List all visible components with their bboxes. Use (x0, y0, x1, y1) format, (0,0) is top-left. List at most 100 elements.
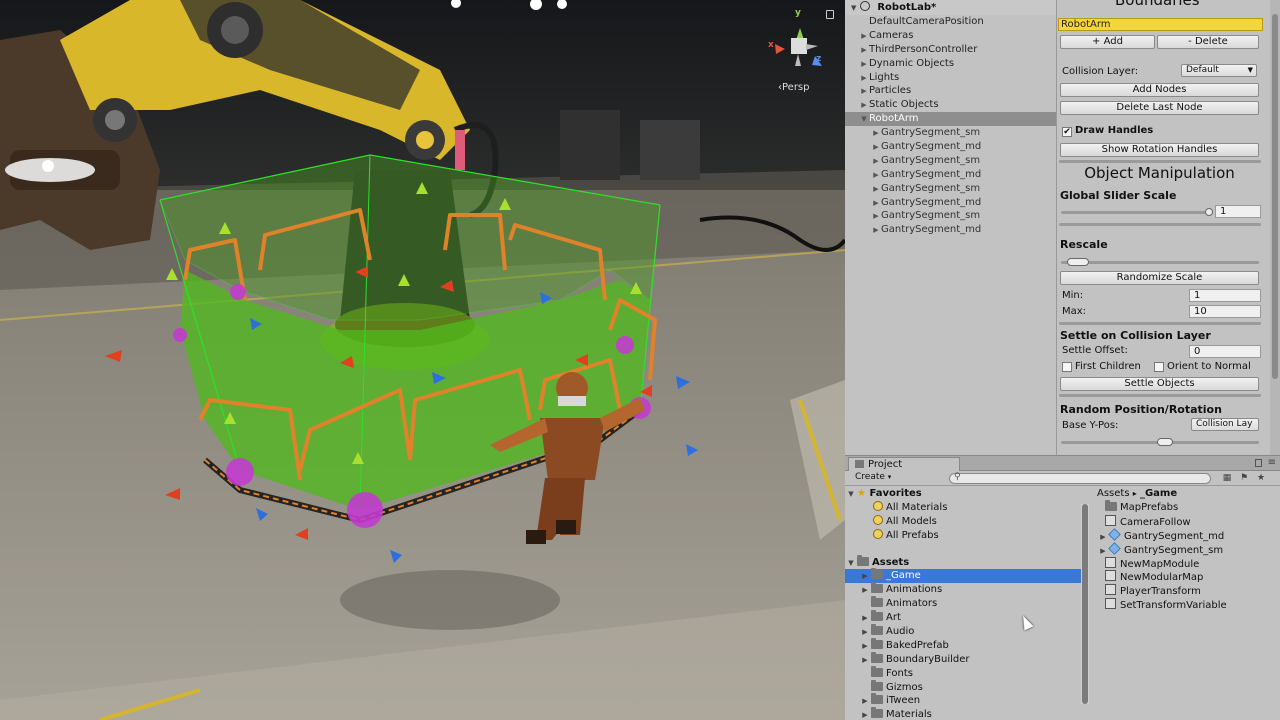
collapse-arrow-icon[interactable]: ▶ (859, 695, 871, 709)
collapse-arrow-icon[interactable]: ▶ (859, 654, 871, 668)
hierarchy-item[interactable]: ▶ Particles (845, 84, 1056, 98)
asset-folder-item[interactable]: ▶ Art (845, 610, 1081, 626)
expand-arrow-icon[interactable]: ▼ (859, 113, 869, 127)
collision-layer-dropdown[interactable]: Default ▼ (1181, 64, 1257, 77)
axis-x-label[interactable]: x (768, 40, 774, 50)
filter-type-icon[interactable]: ▦ (1221, 472, 1233, 484)
draw-handles-checkbox[interactable]: ✔ (1062, 127, 1072, 137)
collapse-arrow-icon[interactable]: ▶ (859, 58, 869, 72)
breadcrumb-root[interactable]: Assets (1097, 488, 1130, 499)
randomize-scale-button[interactable]: Randomize Scale (1060, 271, 1259, 285)
asset-folder-item[interactable]: Fonts (845, 665, 1081, 681)
axis-z-label[interactable]: z (816, 54, 821, 64)
show-rotation-handles-button[interactable]: Show Rotation Handles (1060, 143, 1259, 157)
asset-folder-item[interactable]: ▶ _Game (845, 568, 1081, 584)
hierarchy-item[interactable]: ▶ GantrySegment_sm (845, 154, 1056, 168)
perspective-toggle[interactable]: ‹Persp (778, 82, 810, 93)
favorite-item[interactable]: All Prefabs (845, 528, 1081, 543)
favorite-star-icon[interactable]: ★ (1255, 472, 1267, 484)
collapse-arrow-icon[interactable]: ▶ (859, 30, 869, 44)
hierarchy-item[interactable]: DefaultCameraPosition (845, 15, 1056, 29)
hierarchy-item[interactable]: ▶ GantrySegment_md (845, 196, 1056, 210)
scene-root-row[interactable]: ▼ RobotLab* (845, 0, 1056, 15)
lock-icon[interactable] (826, 10, 834, 19)
collapse-arrow-icon[interactable]: ▶ (871, 224, 881, 238)
collapse-arrow-icon[interactable]: ▶ (859, 612, 871, 626)
collapse-arrow-icon[interactable]: ▶ (859, 570, 871, 584)
favorites-row[interactable]: ▼ ★ Favorites (845, 487, 1081, 501)
folder-tree-scrollbar[interactable] (1081, 504, 1089, 704)
hierarchy-item[interactable]: ▶ GantrySegment_md (845, 223, 1056, 237)
collapse-arrow-icon[interactable]: ▶ (859, 709, 871, 720)
collapse-arrow-icon[interactable]: ▼ (851, 4, 856, 12)
collapse-arrow-icon[interactable]: ▶ (859, 584, 871, 598)
favorite-item[interactable]: All Models (845, 514, 1081, 529)
collapse-arrow-icon[interactable]: ▶ (871, 169, 881, 183)
collapse-arrow-icon[interactable]: ▶ (871, 183, 881, 197)
settle-offset-field[interactable]: 0 (1189, 345, 1261, 358)
breadcrumb-current[interactable]: _Game (1140, 488, 1177, 499)
settle-objects-button[interactable]: Settle Objects (1060, 377, 1259, 391)
hierarchy-item[interactable]: ▶ GantrySegment_md (845, 140, 1056, 154)
asset-folder-item[interactable]: ▶ iTween (845, 693, 1081, 709)
hierarchy-item[interactable]: ▶ GantrySegment_md (845, 168, 1056, 182)
asset-folder-item[interactable]: ▶ BakedPrefab (845, 637, 1081, 654)
orient-to-normal-checkbox[interactable] (1154, 362, 1164, 372)
collapse-arrow-icon[interactable]: ▶ (859, 44, 869, 58)
hierarchy-item[interactable]: ▶ Lights (845, 71, 1056, 85)
favorite-item[interactable]: All Materials (845, 500, 1081, 515)
search-input[interactable]: ⚲ (949, 472, 1211, 484)
asset-folder-item[interactable]: ▶ Animations (845, 582, 1081, 598)
collapse-arrow-icon[interactable]: ▶ (859, 640, 871, 654)
tab-project[interactable]: Project (848, 457, 960, 471)
rescale-slider-handle[interactable] (1067, 258, 1089, 266)
file-item[interactable]: SetTransformVariable (1093, 598, 1280, 612)
hierarchy-item[interactable]: ▶ ThirdPersonController (845, 43, 1056, 57)
axis-y-label[interactable]: y (795, 8, 801, 18)
collapse-arrow-icon[interactable]: ▶ (859, 85, 869, 99)
delete-last-node-button[interactable]: Delete Last Node (1060, 101, 1259, 115)
asset-folder-item[interactable]: ▶ Audio (845, 624, 1081, 640)
collapse-arrow-icon[interactable]: ▶ (859, 72, 869, 86)
asset-folder-item[interactable]: Gizmos (845, 679, 1081, 695)
file-item[interactable]: ▶ GantrySegment_sm (1093, 541, 1280, 557)
filter-label-icon[interactable]: ⚑ (1238, 472, 1250, 484)
max-field[interactable]: 10 (1189, 305, 1261, 318)
file-item[interactable]: ▶ GantrySegment_md (1093, 528, 1280, 543)
global-slider-scale-field[interactable]: 1 (1215, 205, 1261, 218)
file-item[interactable]: NewModularMap (1093, 570, 1280, 584)
collapse-arrow-icon[interactable]: ▶ (871, 197, 881, 211)
hierarchy-item[interactable]: ▶ GantrySegment_sm (845, 182, 1056, 196)
file-item[interactable]: MapPrefabs (1093, 500, 1280, 515)
file-item[interactable]: PlayerTransform (1093, 584, 1280, 598)
collapse-arrow-icon[interactable]: ▶ (871, 141, 881, 155)
hierarchy-item[interactable]: ▶ Cameras (845, 29, 1056, 43)
collapse-arrow-icon[interactable]: ▶ (871, 210, 881, 224)
file-item[interactable]: CameraFollow (1093, 514, 1280, 529)
base-ypos-slider-handle[interactable] (1157, 438, 1173, 446)
global-slider-track[interactable] (1061, 211, 1211, 214)
inspector-scrollbar[interactable] (1270, 0, 1280, 455)
collapse-arrow-icon[interactable]: ▶ (871, 127, 881, 141)
scrollbar-thumb[interactable] (1082, 504, 1088, 704)
collapse-arrow-icon[interactable]: ▶ (871, 155, 881, 169)
scrollbar-thumb[interactable] (1272, 14, 1278, 379)
panel-menu-icon[interactable]: ≡ (1268, 457, 1276, 468)
rescale-slider-track[interactable] (1061, 261, 1259, 264)
first-children-checkbox[interactable] (1062, 362, 1072, 372)
collapse-arrow-icon[interactable]: ▶ (859, 626, 871, 640)
collapse-arrow-icon[interactable]: ▶ (859, 99, 869, 113)
collapse-arrow-icon[interactable]: ▼ (845, 488, 857, 502)
file-item[interactable]: NewMapModule (1093, 556, 1280, 571)
delete-button[interactable]: - Delete (1157, 35, 1259, 49)
base-ypos-dropdown[interactable]: Collision Lay (1191, 418, 1259, 431)
boundary-name-field[interactable]: RobotArm (1058, 18, 1263, 31)
hierarchy-item[interactable]: ▶ Static Objects (845, 98, 1056, 112)
assets-row[interactable]: ▼ Assets (845, 554, 1081, 571)
collapse-arrow-icon[interactable]: ▼ (845, 557, 857, 571)
hierarchy-item[interactable]: ▶ GantrySegment_sm (845, 209, 1056, 223)
asset-folder-item[interactable]: Animators (845, 596, 1081, 611)
lock-icon[interactable] (1255, 459, 1262, 467)
scene-viewport[interactable] (0, 0, 845, 720)
add-button[interactable]: + Add (1060, 35, 1155, 49)
